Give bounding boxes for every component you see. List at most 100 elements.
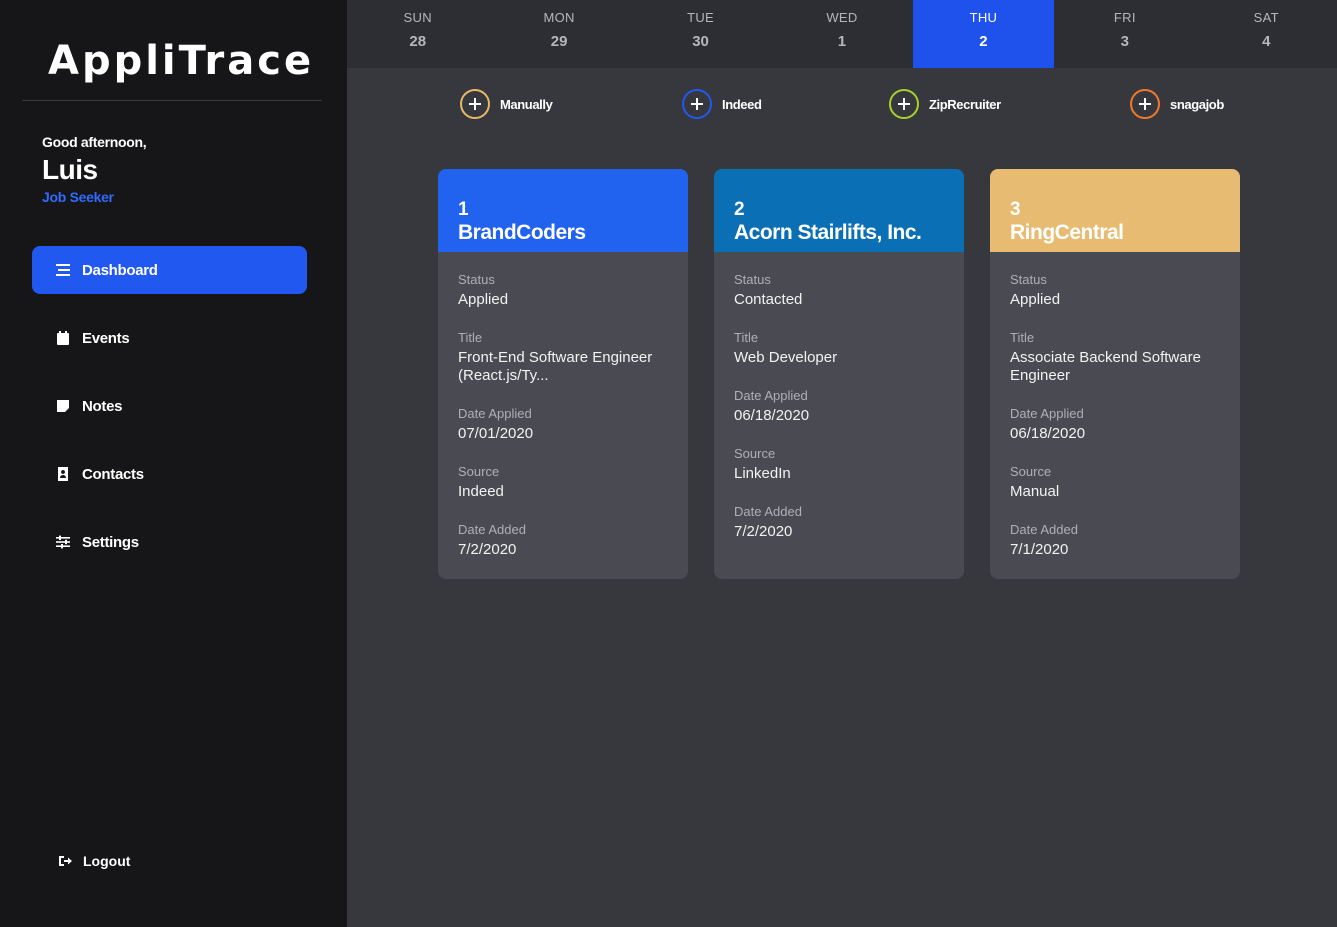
contact-icon [56,467,70,481]
status-label: Status [734,272,771,287]
day-number: 1 [837,33,847,50]
job-card[interactable]: 3 RingCentral Status Applied Title Assoc… [990,169,1240,579]
day-mon[interactable]: MON 29 [488,0,629,68]
day-name: WED [826,10,858,25]
day-name: THU [969,10,998,25]
day-sun[interactable]: SUN 28 [347,0,488,68]
nav-label: Dashboard [82,261,158,279]
source-value: Manual [1010,483,1060,500]
status-value: Applied [458,291,509,308]
day-wed[interactable]: WED 1 [771,0,912,68]
date-added-value: 7/2/2020 [734,523,793,540]
source-label: Manually [500,96,553,112]
sliders-icon [56,535,70,549]
company-name: RingCentral [1010,221,1124,244]
job-card[interactable]: 1 BrandCoders Status Applied Title Front… [438,169,688,579]
date-added-label: Date Added [458,522,526,537]
plus-icon [460,89,490,119]
date-applied-label: Date Applied [458,406,532,421]
date-applied-label: Date Applied [734,388,808,403]
status-value: Applied [1010,291,1061,308]
day-name: FRI [1113,10,1136,25]
app-logo: AppliTrace [48,38,315,84]
day-number: 29 [550,33,568,50]
card-body: Status Applied Title Associate Backend S… [990,252,1240,559]
note-icon [56,399,70,413]
day-number: 28 [409,33,427,50]
date-applied-label: Date Applied [1010,406,1084,421]
company-name: Acorn Stairlifts, Inc. [734,221,922,244]
day-name: TUE [687,10,714,25]
user-role: Job Seeker [42,189,114,205]
day-sat[interactable]: SAT 4 [1196,0,1337,68]
company-name: BrandCoders [458,221,586,244]
card-body: Status Applied Title Front-End Software … [438,252,688,559]
greeting-text: Good afternoon, [42,134,147,150]
list-icon [56,263,70,277]
date-applied-value: 06/18/2020 [1010,425,1086,442]
card-number: 3 [1010,199,1021,220]
day-name: SUN [403,10,432,25]
add-indeed-button[interactable]: Indeed [682,88,762,120]
divider [22,100,322,101]
nav-label: Notes [82,397,123,415]
title-value: Front-End Software Engineer (React.js/Ty… [458,349,653,384]
card-number: 2 [734,199,745,220]
add-snagajob-button[interactable]: snagajob [1130,88,1224,120]
card-number: 1 [458,199,469,220]
job-card[interactable]: 2 Acorn Stairlifts, Inc. Status Contacte… [714,169,964,579]
sidebar: AppliTrace Good afternoon, Luis Job Seek… [0,0,347,927]
add-ziprecruiter-button[interactable]: ZipRecruiter [889,88,1001,120]
nav-item-dashboard[interactable]: Dashboard [32,246,307,294]
status-value: Contacted [734,291,803,308]
nav-item-events[interactable]: Events [32,314,307,362]
source-label: snagajob [1170,96,1224,112]
day-fri[interactable]: FRI 3 [1054,0,1195,68]
source-label: Source [734,446,776,461]
card-header: 3 RingCentral [990,169,1240,252]
day-name: MON [543,10,575,25]
calendar-icon [56,331,70,345]
title-label: Title [458,330,483,345]
date-added-value: 7/2/2020 [458,541,517,558]
source-value: LinkedIn [734,465,791,482]
date-applied-value: 06/18/2020 [734,407,810,424]
date-applied-value: 07/01/2020 [458,425,534,442]
plus-icon [682,89,712,119]
title-label: Title [734,330,759,345]
card-header: 1 BrandCoders [438,169,688,252]
source-label: ZipRecruiter [929,96,1001,112]
day-number: 30 [692,33,709,50]
plus-icon [889,89,919,119]
source-value: Indeed [458,483,504,500]
day-name: SAT [1253,10,1279,25]
nav-item-notes[interactable]: Notes [32,382,307,430]
nav-item-contacts[interactable]: Contacts [32,450,307,498]
title-value: Web Developer [734,349,838,366]
add-manually-button[interactable]: Manually [460,88,553,120]
nav-item-settings[interactable]: Settings [32,518,307,566]
title-value: Associate Backend Software Engineer [1010,349,1201,384]
source-label: Indeed [722,96,762,112]
day-number: 4 [1262,33,1271,50]
day-number: 3 [1120,33,1129,50]
source-label: Source [458,464,500,479]
date-added-label: Date Added [734,504,802,519]
logout-icon [58,854,72,868]
day-tue[interactable]: TUE 30 [630,0,771,68]
day-number: 2 [979,33,988,50]
status-label: Status [1010,272,1047,287]
date-added-label: Date Added [1010,522,1078,537]
logout-button[interactable]: Logout [58,850,130,872]
date-added-value: 7/1/2020 [1010,541,1069,558]
plus-icon [1130,89,1160,119]
status-label: Status [458,272,495,287]
nav-label: Settings [82,533,139,551]
title-label: Title [1010,330,1035,345]
day-thu[interactable]: THU 2 [912,0,1055,68]
week-strip: SUN 28 MON 29 TUE 30 WED 1 THU 2 FRI 3 S… [347,0,1337,68]
source-label: Source [1010,464,1052,479]
nav-label: Contacts [82,465,144,483]
card-header: 2 Acorn Stairlifts, Inc. [714,169,964,252]
logout-label: Logout [83,853,131,869]
